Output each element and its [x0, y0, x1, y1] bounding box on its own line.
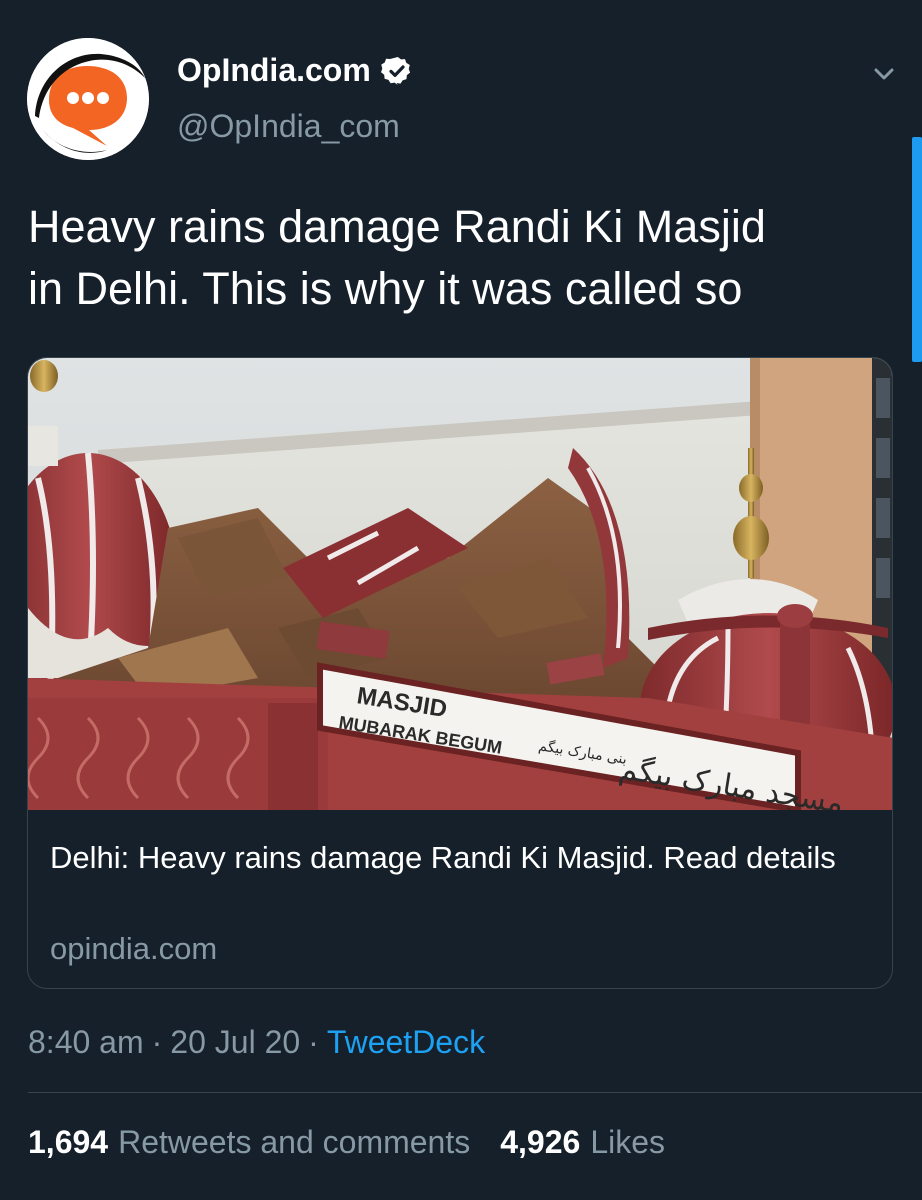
scrollbar-thumb[interactable]: [912, 137, 922, 362]
avatar[interactable]: [27, 38, 149, 160]
speech-bubble-logo-icon: [27, 38, 149, 160]
retweets-label: Retweets and comments: [118, 1124, 471, 1160]
tweet: OpIndia.com @OpIndia_com Heavy rains dam…: [0, 0, 922, 1200]
divider: [28, 1092, 922, 1093]
chevron-down-icon[interactable]: [866, 56, 902, 92]
verified-badge-icon: [380, 55, 413, 87]
card-image: MASJID MUBARAK BEGUM بنی مبارک بیگم مسجد…: [28, 358, 892, 810]
likes-stat[interactable]: 4,926 Likes: [500, 1124, 665, 1161]
tweet-date[interactable]: 20 Jul 20: [170, 1024, 300, 1061]
tweet-stats: 1,694 Retweets and comments 4,926 Likes: [28, 1124, 665, 1161]
tweet-time[interactable]: 8:40 am: [28, 1024, 144, 1061]
meta-separator-2: ·: [308, 1024, 319, 1060]
link-card[interactable]: MASJID MUBARAK BEGUM بنی مبارک بیگم مسجد…: [27, 357, 893, 989]
meta-separator: ·: [151, 1024, 163, 1060]
tweet-text: Heavy rains damage Randi Ki Masjid in De…: [28, 201, 766, 314]
account-handle[interactable]: @OpIndia_com: [177, 108, 400, 145]
card-title[interactable]: Delhi: Heavy rains damage Randi Ki Masji…: [50, 836, 870, 880]
likes-label: Likes: [590, 1124, 666, 1160]
account-name-row[interactable]: OpIndia.com: [177, 52, 413, 89]
display-name[interactable]: OpIndia.com: [177, 52, 371, 89]
tweet-meta: 8:40 am · 20 Jul 20 · TweetDeck: [28, 1024, 485, 1061]
likes-count: 4,926: [500, 1124, 581, 1160]
retweets-stat[interactable]: 1,694 Retweets and comments: [28, 1124, 470, 1161]
card-domain: opindia.com: [50, 931, 218, 966]
retweets-count: 1,694: [28, 1124, 109, 1160]
tweet-source-link[interactable]: TweetDeck: [327, 1024, 485, 1061]
